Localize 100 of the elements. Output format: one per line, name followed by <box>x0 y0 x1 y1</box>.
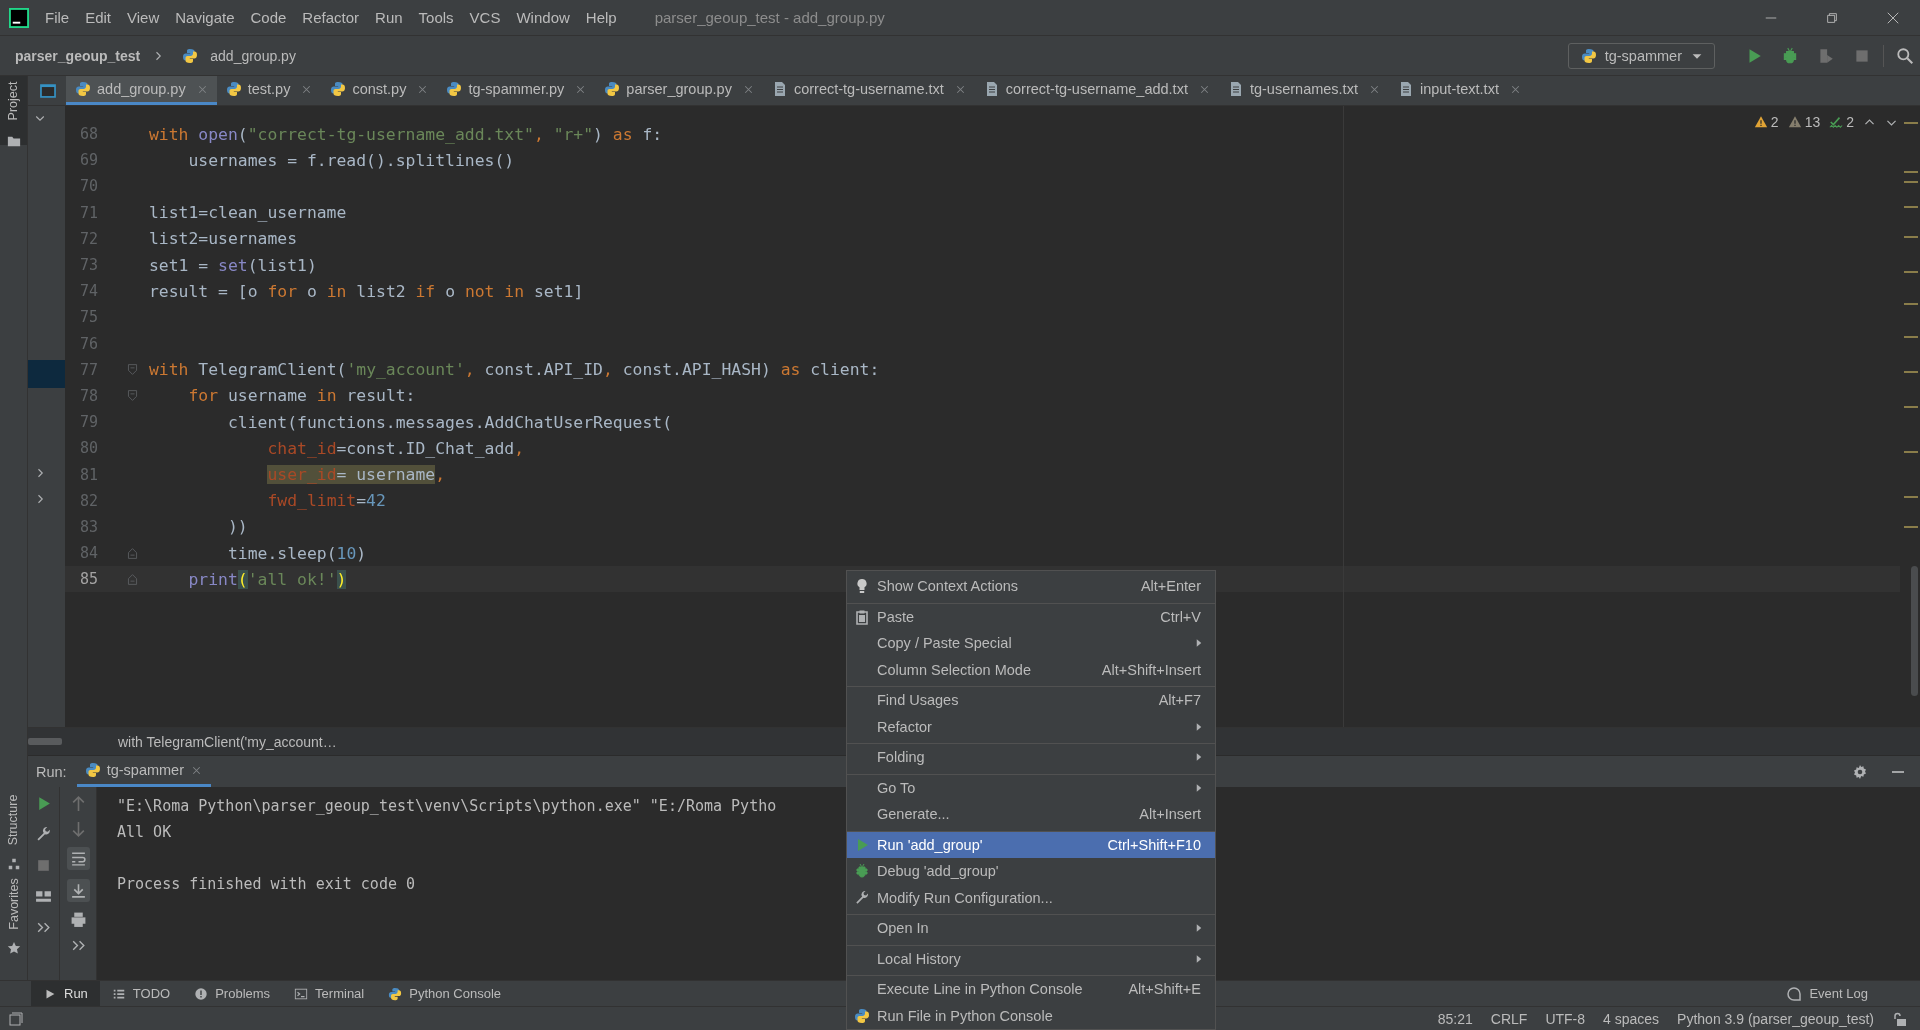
menu-item[interactable]: Run <box>367 9 411 26</box>
editor-tab[interactable]: tg-usernames.txt <box>1218 76 1389 105</box>
warning-icon <box>1753 115 1768 129</box>
breadcrumb-item[interactable]: add_group.py <box>210 47 296 64</box>
code-line: for username in result: <box>187 386 416 406</box>
status-item[interactable]: Python 3.9 (parser_geoup_test) <box>1677 1010 1874 1027</box>
run-configuration-dropdown[interactable]: tg-spammer <box>1567 42 1715 69</box>
menu-item[interactable]: Debug 'add_group' <box>847 858 1215 885</box>
fold-marker-icon[interactable] <box>126 363 139 377</box>
menu-item[interactable]: Paste Ctrl+V <box>847 602 1215 630</box>
breadcrumb-item[interactable]: with TelegramClient('my_account… <box>118 733 337 750</box>
code-line: )) <box>226 517 248 537</box>
editor-tab[interactable]: tg-spammer.py <box>437 76 596 105</box>
status-item[interactable]: 85:21 <box>1437 1010 1473 1027</box>
menu-item[interactable]: Go To <box>847 773 1215 801</box>
python-icon <box>388 986 403 1001</box>
inspection-counter[interactable]: 2 <box>1753 114 1779 130</box>
side-tab[interactable]: Project <box>0 76 27 145</box>
window-title: parser_geoup_test - add_group.py <box>654 9 885 26</box>
scroll-to-end-icon[interactable] <box>66 879 90 902</box>
menu-item[interactable]: Modify Run Configuration... <box>847 884 1215 911</box>
editor-tab[interactable]: add_group.py <box>66 76 217 105</box>
line-number: 70 <box>78 177 98 196</box>
inspection-counter[interactable]: 2 <box>1829 114 1854 130</box>
status-item[interactable]: 4 spaces <box>1603 1010 1660 1027</box>
line-number: 74 <box>78 282 98 301</box>
debug-icon[interactable] <box>1781 46 1799 65</box>
tool-window-tab[interactable]: Run <box>31 981 100 1006</box>
tool-window-tab[interactable]: Terminal <box>282 981 377 1006</box>
project-view-icon[interactable] <box>39 81 57 100</box>
menu-item[interactable]: Generate... Alt+Insert <box>847 801 1215 828</box>
restore-icon[interactable] <box>1825 10 1839 25</box>
menu-item[interactable]: View <box>119 9 168 26</box>
structure-icon <box>6 857 21 871</box>
menu-item[interactable]: Local History <box>847 944 1215 972</box>
menu-item[interactable]: VCS <box>461 9 509 26</box>
editor-tab[interactable]: correct-tg-username_add.txt <box>974 76 1219 105</box>
fold-marker-icon[interactable] <box>126 389 139 403</box>
print-icon[interactable] <box>69 911 87 928</box>
code-line: print('all ok!') <box>187 569 347 589</box>
menu-item[interactable]: Copy / Paste Special <box>847 630 1215 657</box>
menu-item[interactable]: Open In <box>847 914 1215 942</box>
line-number: 78 <box>78 386 98 405</box>
menu-item[interactable]: Window <box>508 9 578 26</box>
close-icon[interactable] <box>1886 10 1900 25</box>
menu-item[interactable]: Run 'add_group' Ctrl+Shift+F10 <box>847 830 1215 858</box>
menu-item[interactable]: Help <box>577 9 625 26</box>
editor-tab[interactable]: test.py <box>216 76 322 105</box>
weak-warning-icon <box>1787 115 1802 129</box>
event-log-tab[interactable]: Event Log <box>1774 981 1880 1006</box>
menu-item[interactable]: Tools <box>410 9 462 26</box>
code-line: result = [o for o in list2 if o not in set1] <box>149 281 584 301</box>
menu-item[interactable]: Find Usages Alt+F7 <box>847 686 1215 714</box>
search-icon[interactable] <box>1896 46 1914 65</box>
menu-item[interactable]: Show Context Actions Alt+Enter <box>847 573 1215 600</box>
tool-window-tab[interactable]: Python Console <box>376 981 513 1006</box>
editor-tab[interactable]: parser_group.py <box>595 76 763 105</box>
menu-item[interactable]: Code <box>242 9 295 26</box>
fold-marker-icon[interactable] <box>126 546 139 560</box>
stop-icon[interactable] <box>35 857 52 874</box>
tool-window-tab[interactable]: Problems <box>182 981 283 1006</box>
scrollbar-thumb[interactable] <box>1911 566 1918 696</box>
menu-item[interactable]: Navigate <box>167 9 243 26</box>
settings-icon[interactable] <box>1852 763 1868 780</box>
debug-icon <box>854 863 870 880</box>
line-number: 69 <box>78 151 98 170</box>
breadcrumb-item[interactable]: parser_geoup_test <box>15 47 141 64</box>
side-tab[interactable]: Favorites <box>0 871 27 965</box>
scrollbar-thumb[interactable] <box>28 738 62 745</box>
menu-item[interactable]: File <box>37 9 78 26</box>
fold-marker-icon[interactable] <box>126 572 139 586</box>
menu-item[interactable]: Folding <box>847 743 1215 771</box>
inspection-counter[interactable]: 13 <box>1787 114 1821 130</box>
menu-item[interactable]: Column Selection Mode Alt+Shift+Insert <box>847 656 1215 683</box>
coverage-icon[interactable] <box>1817 46 1835 65</box>
menu-item[interactable]: Refactor <box>847 713 1215 740</box>
line-number: 72 <box>78 229 98 248</box>
python-icon <box>330 81 347 97</box>
lock-icon[interactable] <box>1892 1010 1908 1027</box>
menu-item[interactable]: Execute Line in Python Console Alt+Shift+E <box>847 975 1215 1003</box>
check-icon <box>1829 115 1844 129</box>
menu-item[interactable]: Refactor <box>294 9 368 26</box>
tool-window-tab[interactable]: TODO <box>99 981 183 1006</box>
layout-icon[interactable] <box>35 888 52 905</box>
soft-wrap-icon[interactable] <box>66 847 90 870</box>
editor-tab[interactable]: input-text.txt <box>1388 76 1530 105</box>
console-output: Process finished with exit code 0 <box>117 874 416 895</box>
editor-tab[interactable]: const.py <box>321 76 438 105</box>
clipboard-icon <box>854 608 870 625</box>
code-line: list1=clean_username <box>149 203 347 223</box>
tool-windows-icon[interactable] <box>8 1010 24 1027</box>
code-line: chat_id=const.ID_Chat_add, <box>266 438 524 458</box>
menu-item[interactable]: Run File in Python Console <box>847 1002 1215 1029</box>
line-number: 80 <box>78 439 98 458</box>
status-item[interactable]: CRLF <box>1490 1010 1528 1027</box>
editor-tab[interactable]: correct-tg-username.txt <box>762 76 975 105</box>
side-tab[interactable]: Structure <box>0 787 27 871</box>
status-item[interactable]: UTF-8 <box>1545 1010 1586 1027</box>
wrench-icon[interactable] <box>35 826 52 843</box>
menu-item[interactable]: Edit <box>77 9 120 26</box>
